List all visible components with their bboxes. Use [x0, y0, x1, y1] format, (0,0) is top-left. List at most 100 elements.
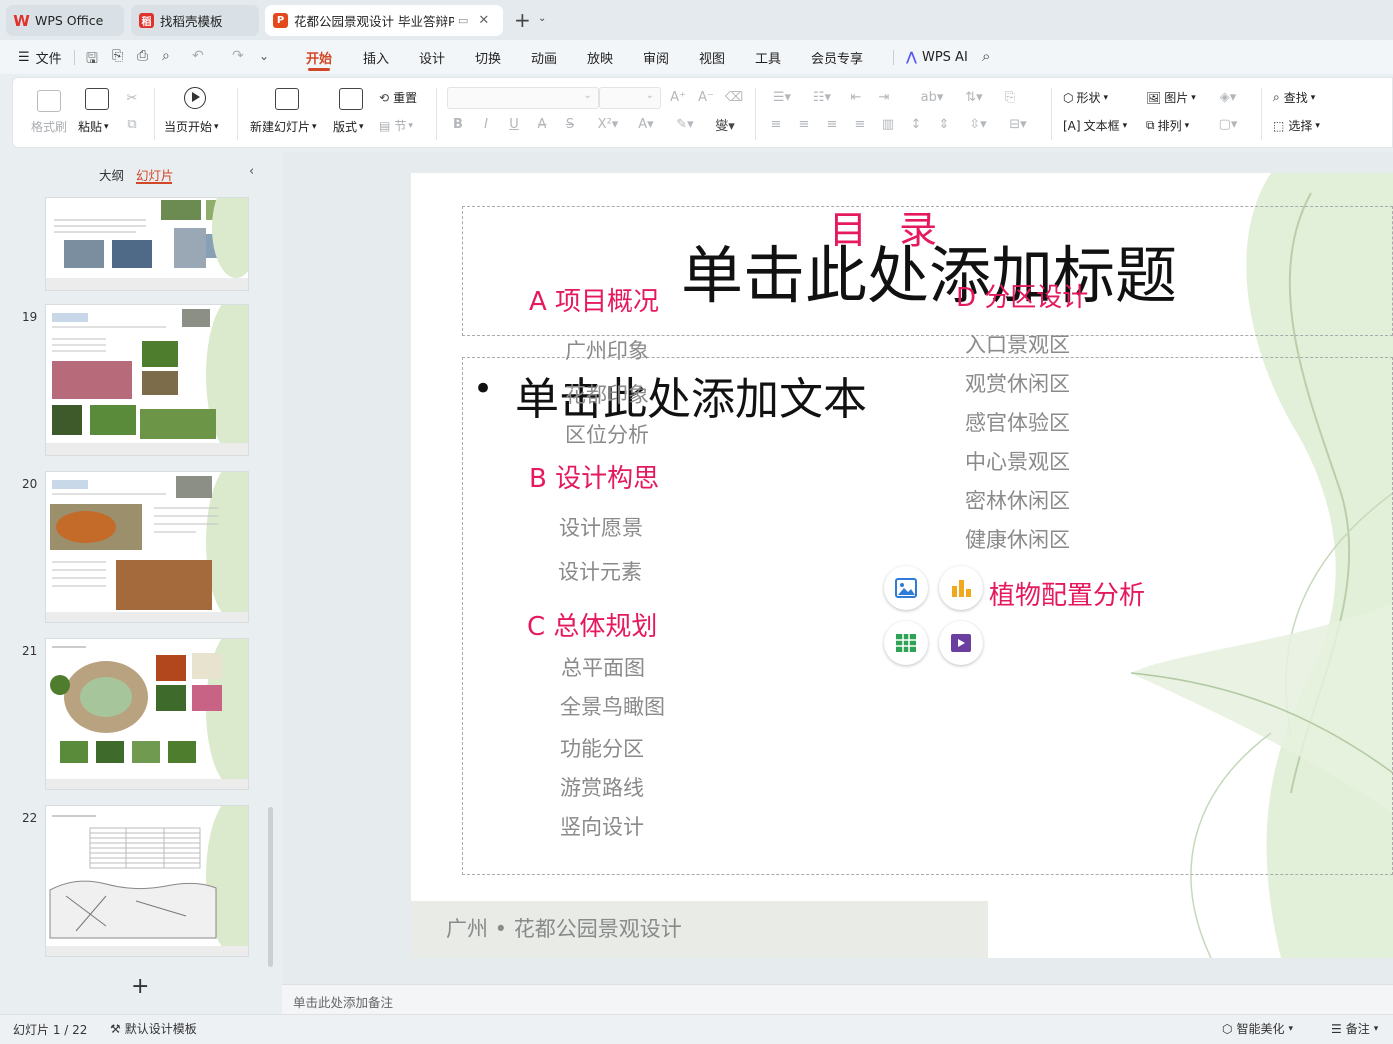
convert-icon[interactable]: ⎘ [1001, 89, 1019, 105]
tab-docer[interactable]: 稻 找稻壳模板 [131, 5, 259, 36]
menu-review[interactable]: 审阅 [643, 40, 669, 74]
slide-number: 20 [22, 477, 38, 491]
menu-animation[interactable]: 动画 [531, 40, 557, 74]
insert-video-button[interactable] [939, 621, 983, 665]
notes-toggle-button[interactable]: ☰ 备注 ▾ [1331, 1020, 1378, 1037]
fill-icon[interactable]: ◈▾ [1213, 89, 1243, 105]
smart-beautify-button[interactable]: ⬡ 智能美化 ▾ [1222, 1020, 1293, 1037]
chevron-down-icon[interactable]: ⌄ [538, 13, 546, 24]
sort-icon[interactable]: ⇅▾ [959, 89, 989, 105]
increase-indent-icon[interactable]: ⇥ [875, 89, 893, 105]
shape-label: 形状 [1076, 91, 1101, 105]
slide-thumbnail-19[interactable] [46, 305, 248, 455]
menu-slideshow[interactable]: 放映 [587, 40, 613, 74]
toc-section-a: A 项目概况 [529, 287, 660, 317]
notes-pane[interactable]: 单击此处添加备注 [282, 984, 1393, 1014]
strike-s-icon[interactable]: S̶ [561, 116, 579, 132]
highlight-icon[interactable]: ✎▾ [670, 116, 700, 132]
menu-transition[interactable]: 切换 [475, 40, 501, 74]
paste-button[interactable]: 粘贴 ▾ [78, 118, 109, 135]
italic-icon[interactable]: I [477, 116, 495, 132]
slide-canvas[interactable]: 单击此处添加标题 目 录 • 单击此处添加文本 A 项目概况 广州印象 花都印象… [411, 173, 1393, 958]
slide-thumbnail-22[interactable] [46, 806, 248, 956]
layout-button[interactable]: 版式 ▾ [333, 118, 364, 135]
from-current-button[interactable]: 当页开始 ▾ [164, 118, 219, 135]
new-slide-button[interactable]: 新建幻灯片 ▾ [250, 118, 317, 135]
menu-home[interactable]: 开始 [306, 40, 332, 74]
menu-tools[interactable]: 工具 [755, 40, 781, 74]
slide-thumbnail-21[interactable] [46, 639, 248, 789]
reset-button[interactable]: ⟲ 重置 [379, 89, 417, 106]
collapse-pane-icon[interactable]: ‹ [249, 164, 254, 179]
font-color-icon[interactable]: A▾ [631, 116, 661, 132]
picture-button[interactable]: 🖼 图片 ▾ [1146, 89, 1196, 106]
shape-button[interactable]: ⬡ 形状 ▾ [1063, 89, 1108, 106]
font-size-select[interactable]: ⌄ [599, 87, 661, 109]
menu-view[interactable]: 视图 [699, 40, 725, 74]
slide-thumbnail-20[interactable] [46, 472, 248, 622]
undo-icon[interactable]: ↶ [192, 48, 204, 64]
distribute-icon[interactable]: ▥ [879, 116, 897, 132]
line-spacing-icon[interactable]: ↕ [907, 116, 925, 132]
new-tab-icon[interactable]: + [514, 8, 531, 32]
redo-icon[interactable]: ↷ [232, 48, 244, 64]
slide-thumbnail-18[interactable] [46, 198, 248, 290]
decrease-indent-icon[interactable]: ⇤ [847, 89, 865, 105]
bullets-icon[interactable]: ☰▾ [767, 89, 797, 105]
align-right-icon[interactable]: ≡ [823, 116, 841, 132]
find-button[interactable]: ⌕ 查找 ▾ [1273, 89, 1315, 106]
print-icon[interactable]: ⎙ [137, 48, 148, 64]
outline-icon[interactable]: ▢▾ [1213, 116, 1243, 132]
section-button[interactable]: ▤ 节 ▾ [379, 117, 413, 134]
pane-scrollbar[interactable] [268, 807, 273, 967]
toc-plant-analysis: 植物配置分析 [989, 581, 1146, 611]
template-button[interactable]: ⚒ 默认设计模板 [110, 1020, 197, 1037]
arrange-button[interactable]: ⧉ 排列 ▾ [1146, 117, 1189, 134]
chevron-down-icon[interactable]: ⌄ [259, 49, 269, 63]
align-center-icon[interactable]: ≡ [795, 116, 813, 132]
columns-icon[interactable]: ⇳▾ [963, 116, 993, 132]
slide-number: 21 [22, 644, 38, 658]
grow-font-icon[interactable]: A⁺ [669, 89, 687, 105]
menu-member[interactable]: 会员专享 [811, 40, 863, 74]
textbox-button[interactable]: [A] 文本框 ▾ [1063, 117, 1127, 134]
select-button[interactable]: ⬚ 选择 ▾ [1273, 117, 1320, 134]
align-left-icon[interactable]: ≡ [767, 116, 785, 132]
phonetic-icon[interactable]: 燮▾ [709, 116, 741, 134]
clear-format-icon[interactable]: ⌫ [725, 89, 743, 105]
text-direction-icon[interactable]: ab▾ [917, 89, 947, 105]
strikethrough-icon[interactable]: A̶ [533, 116, 551, 132]
cut-icon[interactable]: ✂ [123, 90, 141, 106]
tab-presentation[interactable]: P 花都公园景观设计 毕业答辩PP ▭ ✕ [265, 5, 503, 36]
underline-icon[interactable]: U [505, 116, 523, 132]
close-icon[interactable]: ✕ [478, 13, 489, 28]
export-icon[interactable]: ⎘ [112, 48, 123, 64]
justify-icon[interactable]: ≡ [851, 116, 869, 132]
search-icon[interactable]: ⌕ [982, 47, 990, 65]
para-spacing-icon[interactable]: ⇕ [935, 116, 953, 132]
bold-icon[interactable]: B [449, 116, 467, 132]
divider [74, 50, 75, 65]
insert-chart-button[interactable] [939, 566, 983, 610]
insert-table-button[interactable] [884, 621, 928, 665]
format-painter-button[interactable]: 格式刷 [31, 118, 67, 135]
shrink-font-icon[interactable]: A⁻ [697, 89, 715, 105]
font-name-select[interactable]: ⌄ [447, 87, 599, 109]
add-slide-button[interactable]: + [131, 974, 149, 999]
menu-insert[interactable]: 插入 [363, 40, 389, 74]
insert-picture-button[interactable] [884, 566, 928, 610]
magic-wand-icon: ⚒ [110, 1021, 121, 1036]
tab-outline[interactable]: 大纲 [99, 165, 124, 184]
print-preview-icon[interactable]: ⌕ [162, 48, 170, 64]
menu-design[interactable]: 设计 [419, 40, 445, 74]
tab-wps-office[interactable]: W WPS Office [6, 5, 124, 36]
numbering-icon[interactable]: ☷▾ [807, 89, 837, 105]
copy-icon[interactable]: ⧉ [123, 116, 141, 132]
wps-logo-icon: W [13, 11, 30, 30]
wps-ai-button[interactable]: ⋀ WPS AI [906, 40, 968, 74]
superscript-icon[interactable]: X²▾ [593, 116, 623, 132]
save-icon[interactable]: 🖫 [86, 48, 98, 72]
section-icon: ▤ [379, 118, 391, 133]
file-menu[interactable]: ☰ 文件 [18, 40, 62, 74]
text-align-icon[interactable]: ⊟▾ [1003, 116, 1033, 132]
